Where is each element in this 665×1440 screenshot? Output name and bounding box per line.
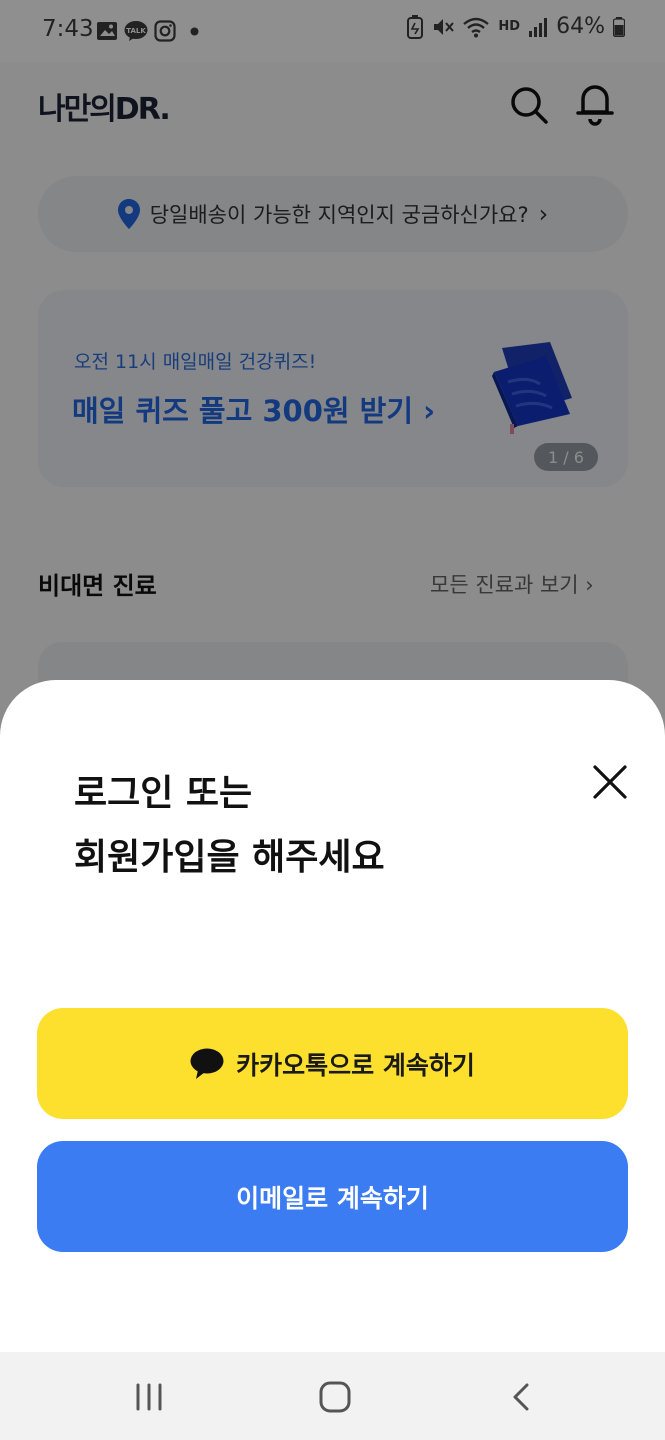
back-icon[interactable]: [510, 1382, 532, 1412]
email-login-button[interactable]: 이메일로 계속하기: [37, 1141, 628, 1252]
wifi-icon: [463, 17, 490, 37]
hd-voice-icon: HD: [498, 19, 521, 34]
recents-icon[interactable]: [134, 1382, 164, 1412]
kakaotalk-notification-icon: TALK: [124, 21, 148, 41]
instagram-icon: [154, 20, 176, 42]
kakao-login-button[interactable]: 카카오톡으로 계속하기: [37, 1008, 628, 1119]
mute-icon: [434, 18, 455, 35]
kakao-login-label: 카카오톡으로 계속하기: [236, 1050, 475, 1080]
battery-saver-icon: [407, 14, 424, 39]
signal-icon: [529, 17, 548, 37]
kakaotalk-icon: [190, 1048, 224, 1079]
close-icon[interactable]: [590, 762, 630, 802]
status-icons: HD 64%: [406, 14, 625, 39]
email-login-label: 이메일로 계속하기: [236, 1183, 429, 1213]
home-icon[interactable]: [319, 1381, 351, 1413]
sheet-title-line1: 로그인 또는: [74, 773, 253, 814]
talk-badge-text: TALK: [126, 27, 146, 35]
sheet-title-line2: 회원가입을 해주세요: [74, 837, 385, 878]
gallery-icon: [97, 22, 117, 40]
battery-icon: [613, 16, 625, 37]
battery-percent: 64%: [556, 14, 605, 39]
dot-icon: [190, 27, 199, 36]
status-time: 7:43: [42, 16, 94, 42]
